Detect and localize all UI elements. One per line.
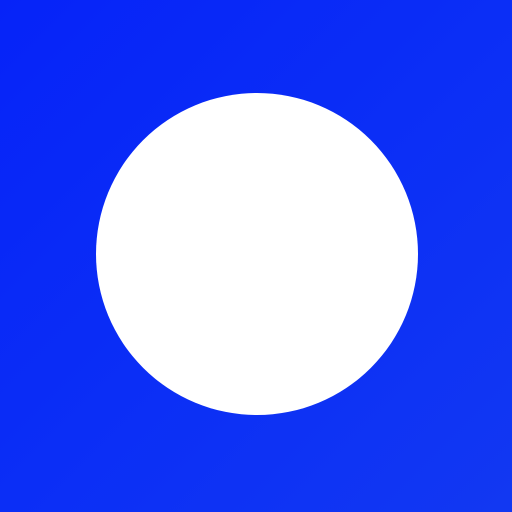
circle-icon bbox=[96, 93, 418, 415]
app-icon-canvas bbox=[0, 0, 512, 512]
